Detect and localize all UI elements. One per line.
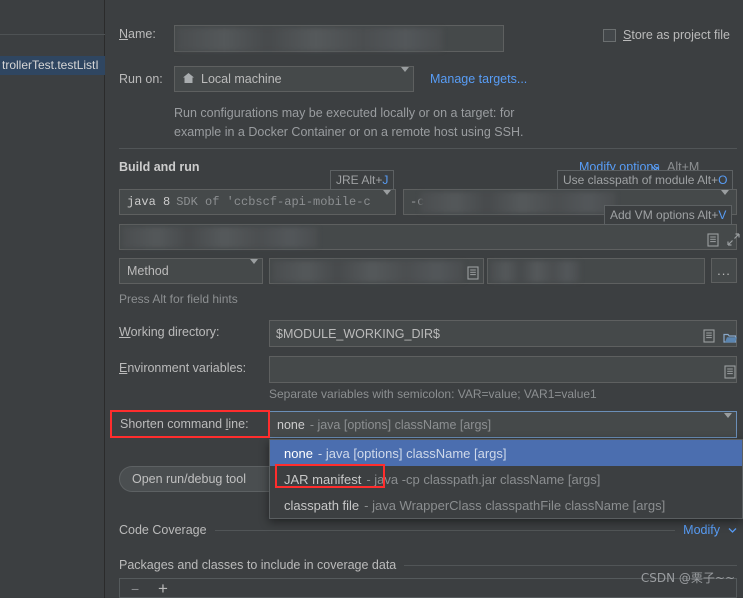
store-as-project-file-label: Store as project file [623, 28, 731, 42]
jdk-suffix: SDK of 'ccbscf-api-mobile-c [176, 195, 371, 209]
vm-options-value-redacted [420, 192, 616, 213]
shorten-command-line-label: Shorten command line: [120, 417, 249, 431]
shorten-command-line-combobox[interactable]: none - java [options] className [args] [269, 411, 737, 438]
press-alt-hint: Press Alt for field hints [119, 292, 238, 306]
method-value: Method [127, 264, 169, 278]
chevron-down-icon[interactable] [401, 67, 409, 86]
dropdown-option-none-dim: - java [options] className [args] [317, 445, 507, 461]
run-on-label: Run on: [119, 72, 163, 86]
store-as-project-file-checkbox[interactable] [603, 28, 616, 42]
environment-variables-hint: Separate variables with semicolon: VAR=v… [269, 387, 597, 401]
code-coverage-divider [214, 529, 676, 531]
expand-macro-icon[interactable] [702, 228, 724, 251]
name-label: Name: [119, 27, 156, 41]
environment-variables-label: Environment variables: [119, 361, 247, 375]
code-coverage-title: Code Coverage [119, 523, 207, 537]
code-coverage-section: Code Coverage Modify [119, 523, 737, 537]
dropdown-option-jar-manifest-strong: JAR manifest [284, 471, 362, 487]
add-coverage-entry-button[interactable]: + [158, 579, 168, 598]
remove-coverage-entry-button[interactable]: − [131, 581, 139, 597]
run-on-row: Run on: [119, 72, 163, 86]
shorten-command-line-value-strong: none [277, 417, 305, 432]
code-coverage-modify-chevron-icon[interactable] [728, 523, 737, 537]
chevron-down-icon[interactable] [383, 190, 391, 209]
dropdown-option-jar-manifest[interactable]: JAR manifest - java -cp classpath.jar cl… [270, 466, 742, 492]
csdn-watermark: CSDN @栗子~~ [640, 571, 735, 585]
run-on-value: Local machine [201, 72, 282, 86]
configurations-tree-panel: trollerTest.testListI [0, 0, 105, 598]
working-directory-value: $MODULE_WORKING_DIR$ [276, 326, 440, 341]
method-name-input[interactable] [487, 258, 705, 284]
chevron-down-icon[interactable] [724, 412, 732, 432]
tree-divider [0, 34, 105, 35]
jre-hint-tooltip: JRE Alt+J [330, 170, 395, 190]
dropdown-option-classpath-file-strong: classpath file [284, 497, 360, 513]
name-row: Name: [119, 27, 156, 41]
method-combobox[interactable]: Method [119, 258, 263, 284]
classpath-module-hint-tooltip: Use classpath of module Alt+O [557, 170, 734, 190]
run-on-description-line1: Run configurations may be executed local… [174, 106, 515, 120]
working-directory-label: Working directory: [119, 325, 220, 339]
packages-classes-title: Packages and classes to include in cover… [119, 558, 397, 572]
method-browse-button[interactable]: ... [711, 258, 737, 283]
home-icon [182, 72, 195, 87]
jdk-value: java 8 [127, 195, 171, 209]
chevron-down-icon[interactable] [250, 259, 258, 278]
expand-editor-icon[interactable] [722, 228, 743, 251]
name-input[interactable] [174, 25, 504, 52]
run-on-description-line2: example in a Docker Container or on a re… [174, 125, 524, 139]
build-and-run-title: Build and run [119, 160, 200, 174]
dropdown-option-jar-manifest-dim: - java -cp classpath.jar className [args… [366, 471, 601, 487]
code-coverage-modify-link[interactable]: Modify [683, 523, 720, 537]
method-class-input[interactable] [269, 258, 484, 284]
sidebar-item-selected-test[interactable]: trollerTest.testListI [0, 56, 105, 75]
working-directory-input[interactable]: $MODULE_WORKING_DIR$ [269, 320, 737, 347]
environment-variables-input[interactable] [269, 356, 737, 383]
run-on-combobox[interactable]: Local machine [174, 66, 414, 92]
dropdown-option-none-strong: none [284, 445, 313, 461]
run-configuration-dialog: trollerTest.testListI Name: Store as pro… [0, 0, 743, 598]
manage-targets-link[interactable]: Manage targets... [430, 72, 527, 86]
open-run-debug-tool-label: Open run/debug tool [132, 472, 246, 486]
shorten-command-line-value-dim: - java [options] className [args] [309, 417, 492, 432]
method-class-macro-icon[interactable] [462, 261, 484, 284]
program-arguments-input[interactable] [119, 224, 737, 250]
method-name-redacted [490, 261, 580, 282]
folder-icon[interactable] [719, 326, 741, 349]
method-class-redacted [272, 261, 464, 282]
name-value-redacted [177, 28, 443, 51]
packages-classes-divider [404, 564, 737, 566]
store-as-project-file-row[interactable]: Store as project file Store as project f… [603, 28, 730, 42]
build-and-run-divider [119, 148, 737, 149]
dropdown-option-classpath-file[interactable]: classpath file - java WrapperClass class… [270, 492, 742, 518]
dropdown-option-classpath-file-dim: - java WrapperClass classpathFile classN… [364, 497, 666, 513]
shorten-command-line-dropdown[interactable]: none - java [options] className [args] J… [269, 439, 743, 519]
run-on-description: Run configurations may be executed local… [174, 104, 644, 142]
jdk-combobox[interactable]: java 8 SDK of 'ccbscf-api-mobile-c [119, 189, 396, 215]
working-directory-macro-icon[interactable] [698, 324, 720, 347]
dropdown-option-none[interactable]: none - java [options] className [args] [270, 440, 742, 466]
vm-options-hint-tooltip: Add VM options Alt+V [604, 205, 733, 225]
program-arguments-redacted [122, 227, 318, 248]
environment-variables-editor-icon[interactable] [719, 360, 741, 383]
